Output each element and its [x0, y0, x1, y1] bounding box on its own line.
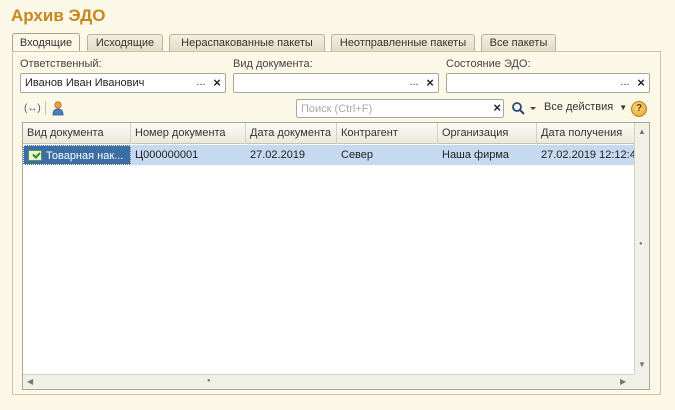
scroll-right-icon[interactable]: ▶: [620, 377, 626, 386]
tab-unpacked-packages[interactable]: Нераспакованные пакеты: [169, 34, 325, 51]
user-icon[interactable]: [51, 100, 65, 116]
search-icon: [512, 102, 536, 115]
chevron-down-icon: ▼: [619, 103, 628, 112]
tab-outgoing[interactable]: Исходящие: [87, 34, 163, 51]
doc-type-clear-button[interactable]: ×: [422, 75, 438, 91]
search-clear-button[interactable]: ×: [493, 100, 501, 115]
cell-doc-type[interactable]: Товарная нак...: [23, 145, 131, 165]
cell-doc-number[interactable]: Ц000000001: [131, 145, 246, 165]
search-button[interactable]: [511, 101, 537, 117]
cell-received-date[interactable]: 27.02.2019 12:12:4: [537, 145, 635, 165]
cell-doc-date[interactable]: 27.02.2019: [246, 145, 337, 165]
hscroll-thumb-grip-icon[interactable]: ●: [207, 378, 211, 384]
scroll-up-icon[interactable]: ▲: [638, 127, 646, 136]
page-title: Архив ЭДО: [11, 6, 106, 25]
all-actions-menu[interactable]: Все действия ▼: [544, 101, 627, 113]
responsible-label: Ответственный:: [20, 58, 102, 70]
doc-type-select-button[interactable]: ...: [406, 75, 422, 91]
cell-organization[interactable]: Наша фирма: [438, 145, 537, 165]
column-header-counterparty[interactable]: Контрагент: [337, 123, 438, 144]
table-header: Вид документа Номер документа Дата докум…: [23, 123, 635, 144]
document-checked-icon: [28, 150, 42, 161]
mark-icon[interactable]: (↔): [24, 103, 41, 114]
search-input[interactable]: Поиск (Ctrl+F) ×: [296, 99, 504, 118]
vertical-scrollbar[interactable]: ▲ ● ▼: [634, 123, 649, 374]
scroll-left-icon[interactable]: ◀: [27, 377, 33, 386]
cell-counterparty[interactable]: Север: [337, 145, 438, 165]
edo-state-field[interactable]: ... ×: [446, 73, 650, 93]
edo-state-label: Состояние ЭДО:: [446, 58, 531, 70]
tab-unsent-packages[interactable]: Неотправленные пакеты: [331, 34, 475, 51]
doc-type-field[interactable]: ... ×: [233, 73, 439, 93]
table-row[interactable]: Товарная нак... Ц000000001 27.02.2019 Се…: [23, 145, 635, 165]
all-actions-label: Все действия: [544, 101, 614, 113]
responsible-clear-button[interactable]: ×: [209, 75, 225, 91]
responsible-select-button[interactable]: ...: [193, 75, 209, 91]
edo-state-clear-button[interactable]: ×: [633, 75, 649, 91]
tab-incoming[interactable]: Входящие: [12, 33, 80, 51]
cell-doc-type-text: Товарная нак...: [46, 150, 124, 162]
column-header-organization[interactable]: Организация: [438, 123, 537, 144]
tab-all-packages[interactable]: Все пакеты: [481, 34, 556, 51]
help-button[interactable]: ?: [631, 101, 647, 117]
column-header-doc-type[interactable]: Вид документа: [23, 123, 131, 144]
scrollbar-corner: [634, 374, 649, 389]
column-header-doc-number[interactable]: Номер документа: [131, 123, 246, 144]
scroll-down-icon[interactable]: ▼: [638, 360, 646, 369]
doc-type-label: Вид документа:: [233, 58, 313, 70]
search-placeholder: Поиск (Ctrl+F): [301, 103, 373, 115]
column-header-received-date[interactable]: Дата получения: [537, 123, 635, 144]
horizontal-scrollbar[interactable]: ◀ ● ▶: [23, 374, 635, 389]
responsible-field[interactable]: Иванов Иван Иванович ... ×: [20, 73, 226, 93]
toolbar-separator: [45, 101, 46, 115]
responsible-value: Иванов Иван Иванович: [25, 77, 145, 89]
scroll-thumb-grip-icon[interactable]: ●: [639, 241, 643, 247]
edo-state-select-button[interactable]: ...: [617, 75, 633, 91]
column-header-doc-date[interactable]: Дата документа: [246, 123, 337, 144]
documents-table: Вид документа Номер документа Дата докум…: [22, 122, 650, 390]
